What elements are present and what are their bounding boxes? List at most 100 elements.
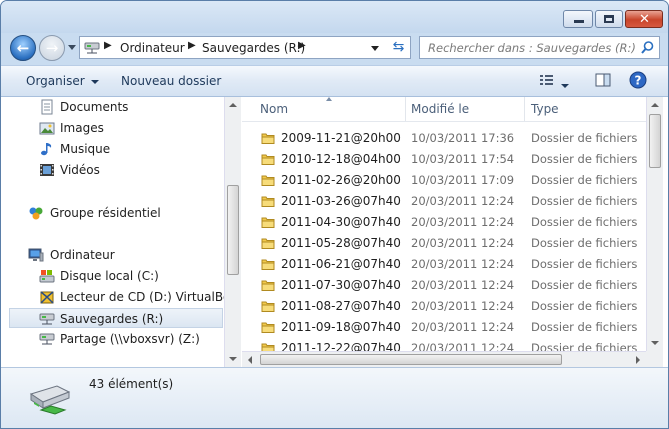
maximize-icon (604, 15, 614, 23)
organize-label: Organiser (26, 74, 85, 88)
column-header-modified[interactable]: Modifié le (411, 102, 469, 116)
videos-icon (40, 164, 54, 176)
address-dropdown-icon[interactable] (371, 46, 379, 51)
nav-item-label: Documents (60, 100, 129, 114)
breadcrumb-computer[interactable]: Ordinateur (120, 41, 185, 55)
scrollbar-thumb[interactable] (227, 185, 239, 275)
breadcrumb-separator-icon[interactable]: ▶ (104, 40, 112, 51)
new-folder-button[interactable]: Nouveau dossier (121, 74, 221, 88)
back-arrow-icon: ← (16, 39, 30, 57)
recent-pages-dropdown[interactable] (68, 45, 76, 51)
navigation-pane: Documents Images Musique Vidéos Groupe r… (1, 97, 224, 367)
table-row[interactable]: 2011-08-27@07h40 20/03/2011 12:24 Dossier … (242, 296, 646, 317)
close-button[interactable]: ✕ (625, 10, 663, 28)
breadcrumb-current[interactable]: Sauvegardes (R:) (202, 41, 305, 55)
view-options-icon[interactable] (539, 72, 555, 88)
folder-icon (261, 259, 275, 270)
scroll-right-icon[interactable] (636, 356, 640, 364)
nav-item-cd-drive[interactable]: Lecteur de CD (D:) VirtualBox G (1, 287, 224, 307)
network-drive-icon (84, 42, 100, 54)
column-header-type[interactable]: Type (531, 102, 559, 116)
computer-icon (28, 248, 44, 262)
nav-item-label: Partage (\\vboxsvr) (Z:) (60, 332, 200, 346)
file-name: 2011-03-26@07h40 (281, 194, 401, 208)
nav-item-label: Sauvegardes (R:) (60, 312, 164, 326)
forward-button[interactable]: → (39, 35, 65, 61)
table-row[interactable]: 2009-11-21@20h00 10/03/2011 17:36 Dossier … (242, 128, 646, 149)
file-name: 2011-09-18@07h40 (281, 320, 401, 334)
table-row[interactable]: 2011-04-30@07h40 20/03/2011 12:24 Dossier … (242, 212, 646, 233)
table-row[interactable]: 2011-07-30@07h40 20/03/2011 12:24 Dossier … (242, 275, 646, 296)
nav-item-videos[interactable]: Vidéos (1, 160, 224, 180)
nav-item-label: Lecteur de CD (D:) VirtualBox G (60, 290, 224, 304)
organize-button[interactable]: Organiser (26, 74, 99, 88)
explorer-window: ✕ ← → ▶ Ordinateur ▶ Sauvegardes (R:) ▶ … (0, 0, 669, 429)
network-drive-icon (39, 333, 55, 345)
table-row[interactable]: 2011-06-21@07h40 20/03/2011 12:24 Dossier … (242, 254, 646, 275)
homegroup-icon (29, 207, 43, 220)
nav-item-label: Groupe résidentiel (50, 206, 161, 220)
file-modified: 20/03/2011 12:24 (411, 257, 515, 271)
scroll-up-icon[interactable] (651, 103, 659, 107)
nav-item-music[interactable]: Musique (1, 139, 224, 159)
search-icon[interactable] (640, 40, 655, 55)
help-icon[interactable]: ? (629, 71, 647, 89)
file-list-horizontal-scrollbar[interactable] (242, 351, 646, 367)
file-type: Dossier de fichiers (531, 320, 638, 334)
scroll-down-icon[interactable] (229, 357, 237, 361)
view-dropdown-button[interactable] (561, 78, 569, 92)
table-row[interactable]: 2011-12-22@07h40 20/03/2011 12:24 Dossier … (242, 338, 646, 351)
table-row[interactable]: 2010-12-18@04h00 10/03/2011 17:54 Dossier … (242, 149, 646, 170)
nav-item-partage[interactable]: Partage (\\vboxsvr) (Z:) (1, 329, 224, 349)
preview-pane-icon[interactable] (595, 72, 611, 88)
search-input[interactable]: Rechercher dans : Sauvegardes (R:) (419, 36, 660, 59)
scrollbar-thumb[interactable] (260, 354, 562, 365)
column-divider[interactable] (405, 97, 406, 121)
content-area: Documents Images Musique Vidéos Groupe r… (1, 97, 668, 367)
maximize-button[interactable] (595, 10, 623, 28)
breadcrumb-separator-icon[interactable]: ▶ (188, 40, 196, 51)
file-modified: 20/03/2011 12:24 (411, 278, 515, 292)
folder-icon (261, 175, 275, 186)
folder-icon (261, 154, 275, 165)
folder-icon (261, 196, 275, 207)
file-modified: 20/03/2011 12:24 (411, 341, 515, 351)
sort-ascending-icon (326, 97, 332, 101)
column-divider[interactable] (524, 97, 525, 121)
back-button[interactable]: ← (10, 35, 36, 61)
scroll-left-icon[interactable] (248, 356, 252, 364)
column-header-name[interactable]: Nom (260, 102, 288, 116)
title-bar[interactable]: ✕ (1, 1, 668, 33)
refresh-button[interactable]: ⇆ (387, 36, 411, 59)
address-bar[interactable]: ▶ Ordinateur ▶ Sauvegardes (R:) ▶ (79, 36, 409, 59)
nav-item-homegroup[interactable]: Groupe résidentiel (1, 203, 224, 223)
file-name: 2011-08-27@07h40 (281, 299, 401, 313)
file-type: Dossier de fichiers (531, 299, 638, 313)
scrollbar-thumb[interactable] (649, 114, 661, 168)
nav-item-sauvegardes[interactable]: Sauvegardes (R:) (9, 308, 223, 328)
scroll-down-icon[interactable] (651, 341, 659, 345)
minimize-icon (574, 20, 584, 23)
nav-item-local-disk[interactable]: Disque local (C:) (1, 266, 224, 286)
table-row[interactable]: 2011-05-28@07h40 20/03/2011 12:24 Dossier … (242, 233, 646, 254)
folder-icon (261, 280, 275, 291)
nav-item-documents[interactable]: Documents (1, 97, 224, 117)
scroll-up-icon[interactable] (229, 103, 237, 107)
nav-item-computer[interactable]: Ordinateur (1, 245, 224, 265)
table-row[interactable]: 2011-09-18@07h40 20/03/2011 12:24 Dossier … (242, 317, 646, 338)
nav-item-images[interactable]: Images (1, 118, 224, 138)
table-row[interactable]: 2011-03-26@07h40 20/03/2011 12:24 Dossier … (242, 191, 646, 212)
nav-item-label: Musique (60, 142, 111, 156)
music-icon (41, 143, 52, 156)
table-row[interactable]: 2011-02-26@20h00 10/03/2011 17:09 Dossier … (242, 170, 646, 191)
navigation-pane-scrollbar[interactable] (224, 97, 241, 367)
scrollbar-corner (646, 351, 663, 367)
minimize-button[interactable] (563, 10, 593, 28)
chevron-down-icon (561, 83, 569, 88)
file-type: Dossier de fichiers (531, 236, 638, 250)
breadcrumb-separator-icon[interactable]: ▶ (298, 40, 306, 51)
file-list-vertical-scrollbar[interactable] (646, 97, 663, 351)
svg-text:?: ? (635, 74, 642, 88)
nav-item-label: Ordinateur (50, 248, 115, 262)
column-header-row: Nom Modifié le Type (242, 97, 646, 122)
